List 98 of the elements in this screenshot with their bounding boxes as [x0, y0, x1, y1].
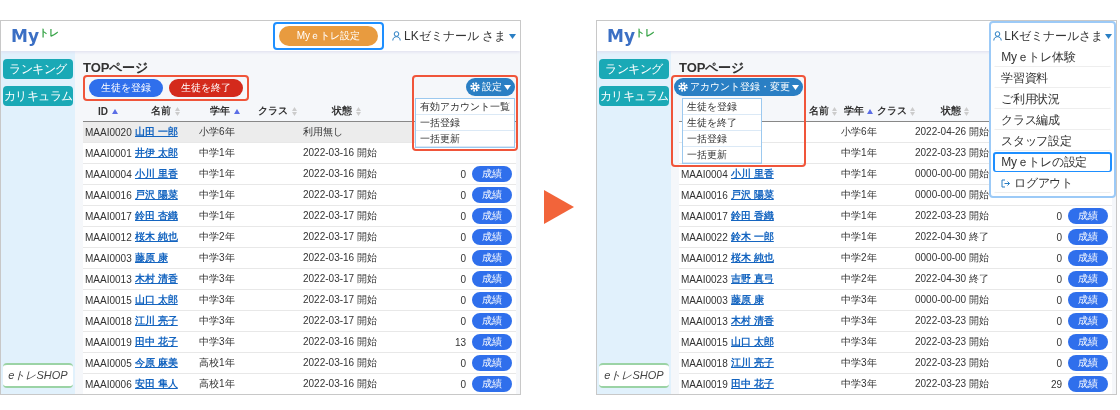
- table-cell-text: MAAI0003: [84, 252, 133, 264]
- page-title: TOPページ: [83, 61, 150, 75]
- table-cell-text: 高校1年: [198, 356, 236, 370]
- table-cell-text: 2022-03-16 開始: [302, 377, 378, 391]
- table-cell-text: 0: [459, 189, 467, 201]
- table-cell-text: 0: [1055, 357, 1063, 369]
- table-cell-text: MAAI0017: [680, 210, 729, 222]
- table-cell-text: MAAI0020: [84, 126, 133, 138]
- table-cell-text: 0000-00-00 開始: [915, 167, 990, 181]
- table-cell-text: 2022-03-17 開始: [302, 293, 378, 307]
- table-cell-text: 中学3年: [198, 314, 236, 328]
- table-cell-text: 中学1年: [840, 146, 877, 160]
- table-cell-text: 中学3年: [840, 356, 877, 370]
- table-cell-text: 0: [459, 315, 467, 327]
- table-cell-text: 0: [459, 252, 467, 264]
- table-cell-text: MAAI0012: [84, 231, 133, 243]
- table-cell-text: 小学6年: [198, 125, 236, 139]
- table-cell-text: 2022-03-17 開始: [302, 188, 378, 202]
- table-cell-text: 中学1年: [840, 188, 877, 202]
- table-cell-text: 2022-03-17 開始: [302, 314, 378, 328]
- table-cell-text: 中学3年: [198, 335, 236, 349]
- table-cell-text: 2022-03-16 開始: [302, 356, 378, 370]
- table-cell-text: 2022-04-26 開始: [915, 125, 990, 139]
- table-cell-text: 2022-03-23 開始: [915, 356, 990, 370]
- table-cell-text: 中学3年: [840, 314, 877, 328]
- table-cell-text: 中学2年: [198, 230, 236, 244]
- table-cell-text: MAAI0001: [84, 147, 133, 159]
- table-cell-text: 2022-03-16 開始: [302, 167, 378, 181]
- table-cell-text: 2022-03-17 開始: [302, 272, 378, 286]
- table-cell-text: 利用無し: [302, 125, 344, 139]
- table-cell-text: MAAI0017: [84, 210, 133, 222]
- table-cell-text: 中学1年: [198, 146, 236, 160]
- table-cell-text: MAAI0018: [680, 357, 729, 369]
- table-cell-text: 0000-00-00 開始: [915, 188, 990, 202]
- table-cell-text: MAAI0006: [84, 378, 133, 390]
- table-cell-text: 2022-04-30 終了: [915, 230, 990, 244]
- table-cell-text: MAAI0015: [84, 294, 133, 306]
- table-cell-text: 中学3年: [198, 293, 236, 307]
- table-cell-text: 0: [1055, 231, 1063, 243]
- table-cell-text: 中学1年: [840, 167, 877, 181]
- table-cell-text: 2022-03-23 開始: [915, 314, 990, 328]
- table-cell-text: 0: [1055, 273, 1063, 285]
- table-cell-text: 0: [1055, 294, 1063, 306]
- table-cell-text: 小学6年: [840, 125, 877, 139]
- table-cell-text: 0: [1055, 252, 1063, 264]
- table-cell-text: 0: [459, 357, 467, 369]
- table-cell-text: 29: [1049, 378, 1063, 390]
- table-cell-text: 中学3年: [840, 377, 877, 391]
- table-cell-text: 0: [459, 378, 467, 390]
- table-cell-text: MAAI0016: [680, 189, 729, 201]
- table-cell-text: 2022-03-16 開始: [302, 146, 378, 160]
- table-cell-text: 中学1年: [840, 230, 877, 244]
- table-cell-text: MAAI0012: [680, 252, 729, 264]
- table-cell-text: MAAI0003: [680, 294, 729, 306]
- table-cell-text: 0: [459, 294, 467, 306]
- table-cell-text: 2022-03-16 開始: [302, 335, 378, 349]
- table-cell-text: 2022-03-23 開始: [915, 146, 990, 160]
- table-cell-text: 0: [459, 168, 467, 180]
- table-cell-text: MAAI0019: [84, 336, 133, 348]
- table-cell-text: MAAI0018: [84, 315, 133, 327]
- table-cell-text: MAAI0004: [84, 168, 133, 180]
- table-cell-text: 中学2年: [840, 272, 877, 286]
- table-cell-text: MAAI0015: [680, 336, 729, 348]
- table-cell-text: 中学3年: [198, 251, 236, 265]
- table-cell-text: MAAI0022: [680, 231, 729, 243]
- table-cell-text: 0: [459, 210, 467, 222]
- table-cell-text: MAAI0013: [680, 315, 729, 327]
- table-cell-text: 0: [1055, 210, 1063, 222]
- table-cell-text: 2022-03-23 開始: [915, 209, 990, 223]
- page-title: TOPページ: [679, 61, 746, 75]
- table-cell-text: 2022-03-17 開始: [302, 230, 378, 244]
- table-cell-text: MAAI0016: [84, 189, 133, 201]
- table-cell-text: MAAI0005: [84, 357, 133, 369]
- table-cell-text: 高校1年: [198, 377, 236, 391]
- table-cell-text: 中学1年: [198, 167, 236, 181]
- table-cell-text: 中学1年: [840, 209, 877, 223]
- table-cell-text: 2022-03-17 開始: [302, 209, 378, 223]
- table-cell-text: 中学3年: [198, 272, 236, 286]
- table-cell-text: 中学3年: [840, 335, 877, 349]
- table-cell-text: 0: [459, 273, 467, 285]
- table-cell-text: MAAI0004: [680, 168, 729, 180]
- table-cell-text: 中学1年: [198, 188, 236, 202]
- table-cell-text: MAAI0013: [84, 273, 133, 285]
- table-cell-text: 0000-00-00 開始: [915, 293, 990, 307]
- table-cell-text: 0: [1055, 336, 1063, 348]
- table-cell-text: 2022-03-23 開始: [915, 335, 990, 349]
- table-cell-text: 中学2年: [840, 251, 877, 265]
- table-cell-text: MAAI0019: [680, 378, 729, 390]
- table-cell-text: 13: [453, 336, 467, 348]
- table-cell-text: MAAI0023: [680, 273, 729, 285]
- table-cell-text: 2022-03-16 開始: [302, 251, 378, 265]
- table-cell-text: 0000-00-00 開始: [915, 251, 990, 265]
- table-cell-text: 0: [459, 231, 467, 243]
- table-cell-text: 中学3年: [840, 293, 877, 307]
- table-cell-text: 2022-03-23 開始: [915, 377, 990, 391]
- table-cell-text: 2022-04-30 終了: [915, 272, 990, 286]
- table-cell-text: 0: [1055, 315, 1063, 327]
- table-cell-text: 中学1年: [198, 209, 236, 223]
